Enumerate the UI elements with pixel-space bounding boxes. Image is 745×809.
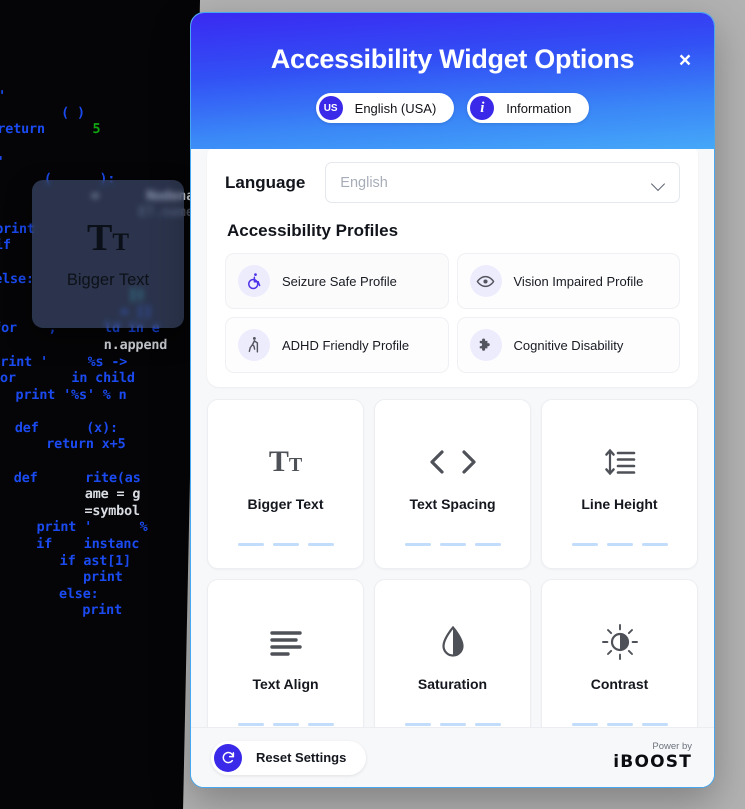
feature-card-contrast[interactable]: Contrast [541, 579, 698, 727]
profile-card-seizure-safe[interactable]: Seizure Safe Profile [225, 253, 449, 309]
profile-label-cognitive-disability: Cognitive Disability [513, 337, 624, 353]
feature-label-text-spacing: Text Spacing [409, 496, 496, 512]
step-dash[interactable] [439, 723, 466, 726]
step-dash[interactable] [307, 543, 334, 546]
text-spacing-icon [421, 442, 485, 482]
feature-card-bigger-text[interactable]: TT Bigger Text [207, 399, 364, 569]
language-select[interactable]: English [325, 162, 680, 203]
header-pill-row: US English (USA) i Information [191, 93, 714, 123]
floating-bigger-text-card[interactable]: TT Bigger Text [32, 180, 184, 328]
dialog-title: Accessibility Widget Options [270, 44, 635, 74]
info-icon: i [470, 96, 495, 120]
feature-label-saturation: Saturation [417, 676, 488, 692]
chevron-down-icon [652, 179, 665, 187]
floating-card-label: Bigger Text [66, 270, 150, 289]
profiles-section-title: Accessibility Profiles [227, 221, 399, 240]
step-dash[interactable] [641, 543, 668, 546]
reset-settings-label: Reset Settings [256, 750, 347, 765]
step-dash[interactable] [474, 723, 501, 726]
feature-card-text-align[interactable]: Text Align [207, 579, 364, 727]
profiles-grid: Seizure Safe Profile Vision Impaired Pro… [225, 253, 680, 373]
close-icon[interactable]: × [672, 47, 698, 73]
puzzle-piece-icon [469, 329, 502, 361]
bigger-text-icon-small-t: T [112, 228, 130, 256]
profile-label-vision-impaired: Vision Impaired Profile [513, 273, 644, 289]
line-height-icon [603, 442, 637, 482]
step-dash[interactable] [237, 543, 264, 546]
step-dash[interactable] [606, 543, 633, 546]
us-flag-badge-icon: US [318, 96, 343, 120]
step-dash[interactable] [571, 543, 598, 546]
profile-label-adhd-friendly: ADHD Friendly Profile [282, 337, 410, 353]
code-text: ' ( ) return 5 ' ( ): = Nodename ET.name… [0, 88, 200, 619]
bigger-text-icon-large-t: T [86, 216, 113, 259]
accessibility-widget-dialog: × Accessibility Widget Options US Englis… [190, 12, 715, 788]
wheelchair-icon [238, 265, 270, 297]
saturation-droplet-icon [440, 622, 466, 662]
information-pill[interactable]: i Information [467, 93, 590, 123]
step-dash[interactable] [641, 723, 668, 726]
feature-grid: TT Bigger Text Text Spacing Line Height … [207, 399, 698, 727]
profile-card-cognitive-disability[interactable]: Cognitive Disability [456, 317, 680, 373]
feature-label-contrast: Contrast [590, 676, 649, 692]
bigger-text-icon: TT [268, 445, 303, 478]
step-dash[interactable] [474, 543, 501, 546]
profile-card-vision-impaired[interactable]: Vision Impaired Profile [456, 253, 680, 309]
step-dash[interactable] [606, 723, 633, 726]
profile-label-seizure-safe: Seizure Safe Profile [282, 273, 397, 289]
step-dash[interactable] [439, 543, 466, 546]
language-select-value: English [340, 174, 388, 191]
feature-label-line-height: Line Height [581, 496, 658, 512]
dialog-header: × Accessibility Widget Options US Englis… [191, 13, 714, 149]
dialog-footer: Reset Settings Power by iBOOST [191, 727, 714, 787]
language-pill-label: English (USA) [354, 100, 437, 116]
eye-icon [469, 265, 502, 297]
feature-steps-saturation[interactable] [404, 723, 501, 726]
step-dash[interactable] [307, 723, 334, 726]
dialog-body: Language English Accessibility Profiles [191, 149, 714, 727]
feature-steps-line-height[interactable] [571, 543, 668, 546]
brand-credit: Power by iBOOST [613, 741, 692, 773]
step-dash[interactable] [571, 723, 598, 726]
step-dash[interactable] [404, 723, 431, 726]
information-pill-label: Information [506, 100, 572, 116]
reset-settings-button[interactable]: Reset Settings [211, 740, 367, 775]
step-dash[interactable] [404, 543, 431, 546]
feature-card-text-spacing[interactable]: Text Spacing [374, 399, 531, 569]
contrast-sun-icon [601, 622, 639, 662]
profile-card-adhd-friendly[interactable]: ADHD Friendly Profile [225, 317, 449, 373]
feature-steps-contrast[interactable] [571, 723, 668, 726]
feature-label-bigger-text: Bigger Text [247, 496, 324, 512]
step-dash[interactable] [237, 723, 264, 726]
brand-name-label: iBOOST [613, 752, 692, 773]
settings-panel: Language English Accessibility Profiles [207, 149, 698, 387]
bigger-text-icon: TT [87, 219, 129, 257]
feature-card-saturation[interactable]: Saturation [374, 579, 531, 727]
step-dash[interactable] [272, 543, 299, 546]
walking-cane-icon [238, 329, 270, 361]
feature-steps-bigger-text[interactable] [237, 543, 334, 546]
language-label: Language [225, 172, 306, 192]
text-align-icon [269, 622, 303, 662]
language-row: Language English [225, 162, 680, 203]
screen: ' ( ) return 5 ' ( ): = Nodename ET.name… [0, 0, 745, 809]
background-code-editor: ' ( ) return 5 ' ( ): = Nodename ET.name… [0, 0, 201, 809]
refresh-icon [214, 743, 242, 772]
feature-label-text-align: Text Align [252, 676, 319, 692]
feature-steps-text-spacing[interactable] [404, 543, 501, 546]
feature-steps-text-align[interactable] [237, 723, 334, 726]
language-pill[interactable]: US English (USA) [315, 93, 455, 123]
feature-card-line-height[interactable]: Line Height [541, 399, 698, 569]
step-dash[interactable] [272, 723, 299, 726]
